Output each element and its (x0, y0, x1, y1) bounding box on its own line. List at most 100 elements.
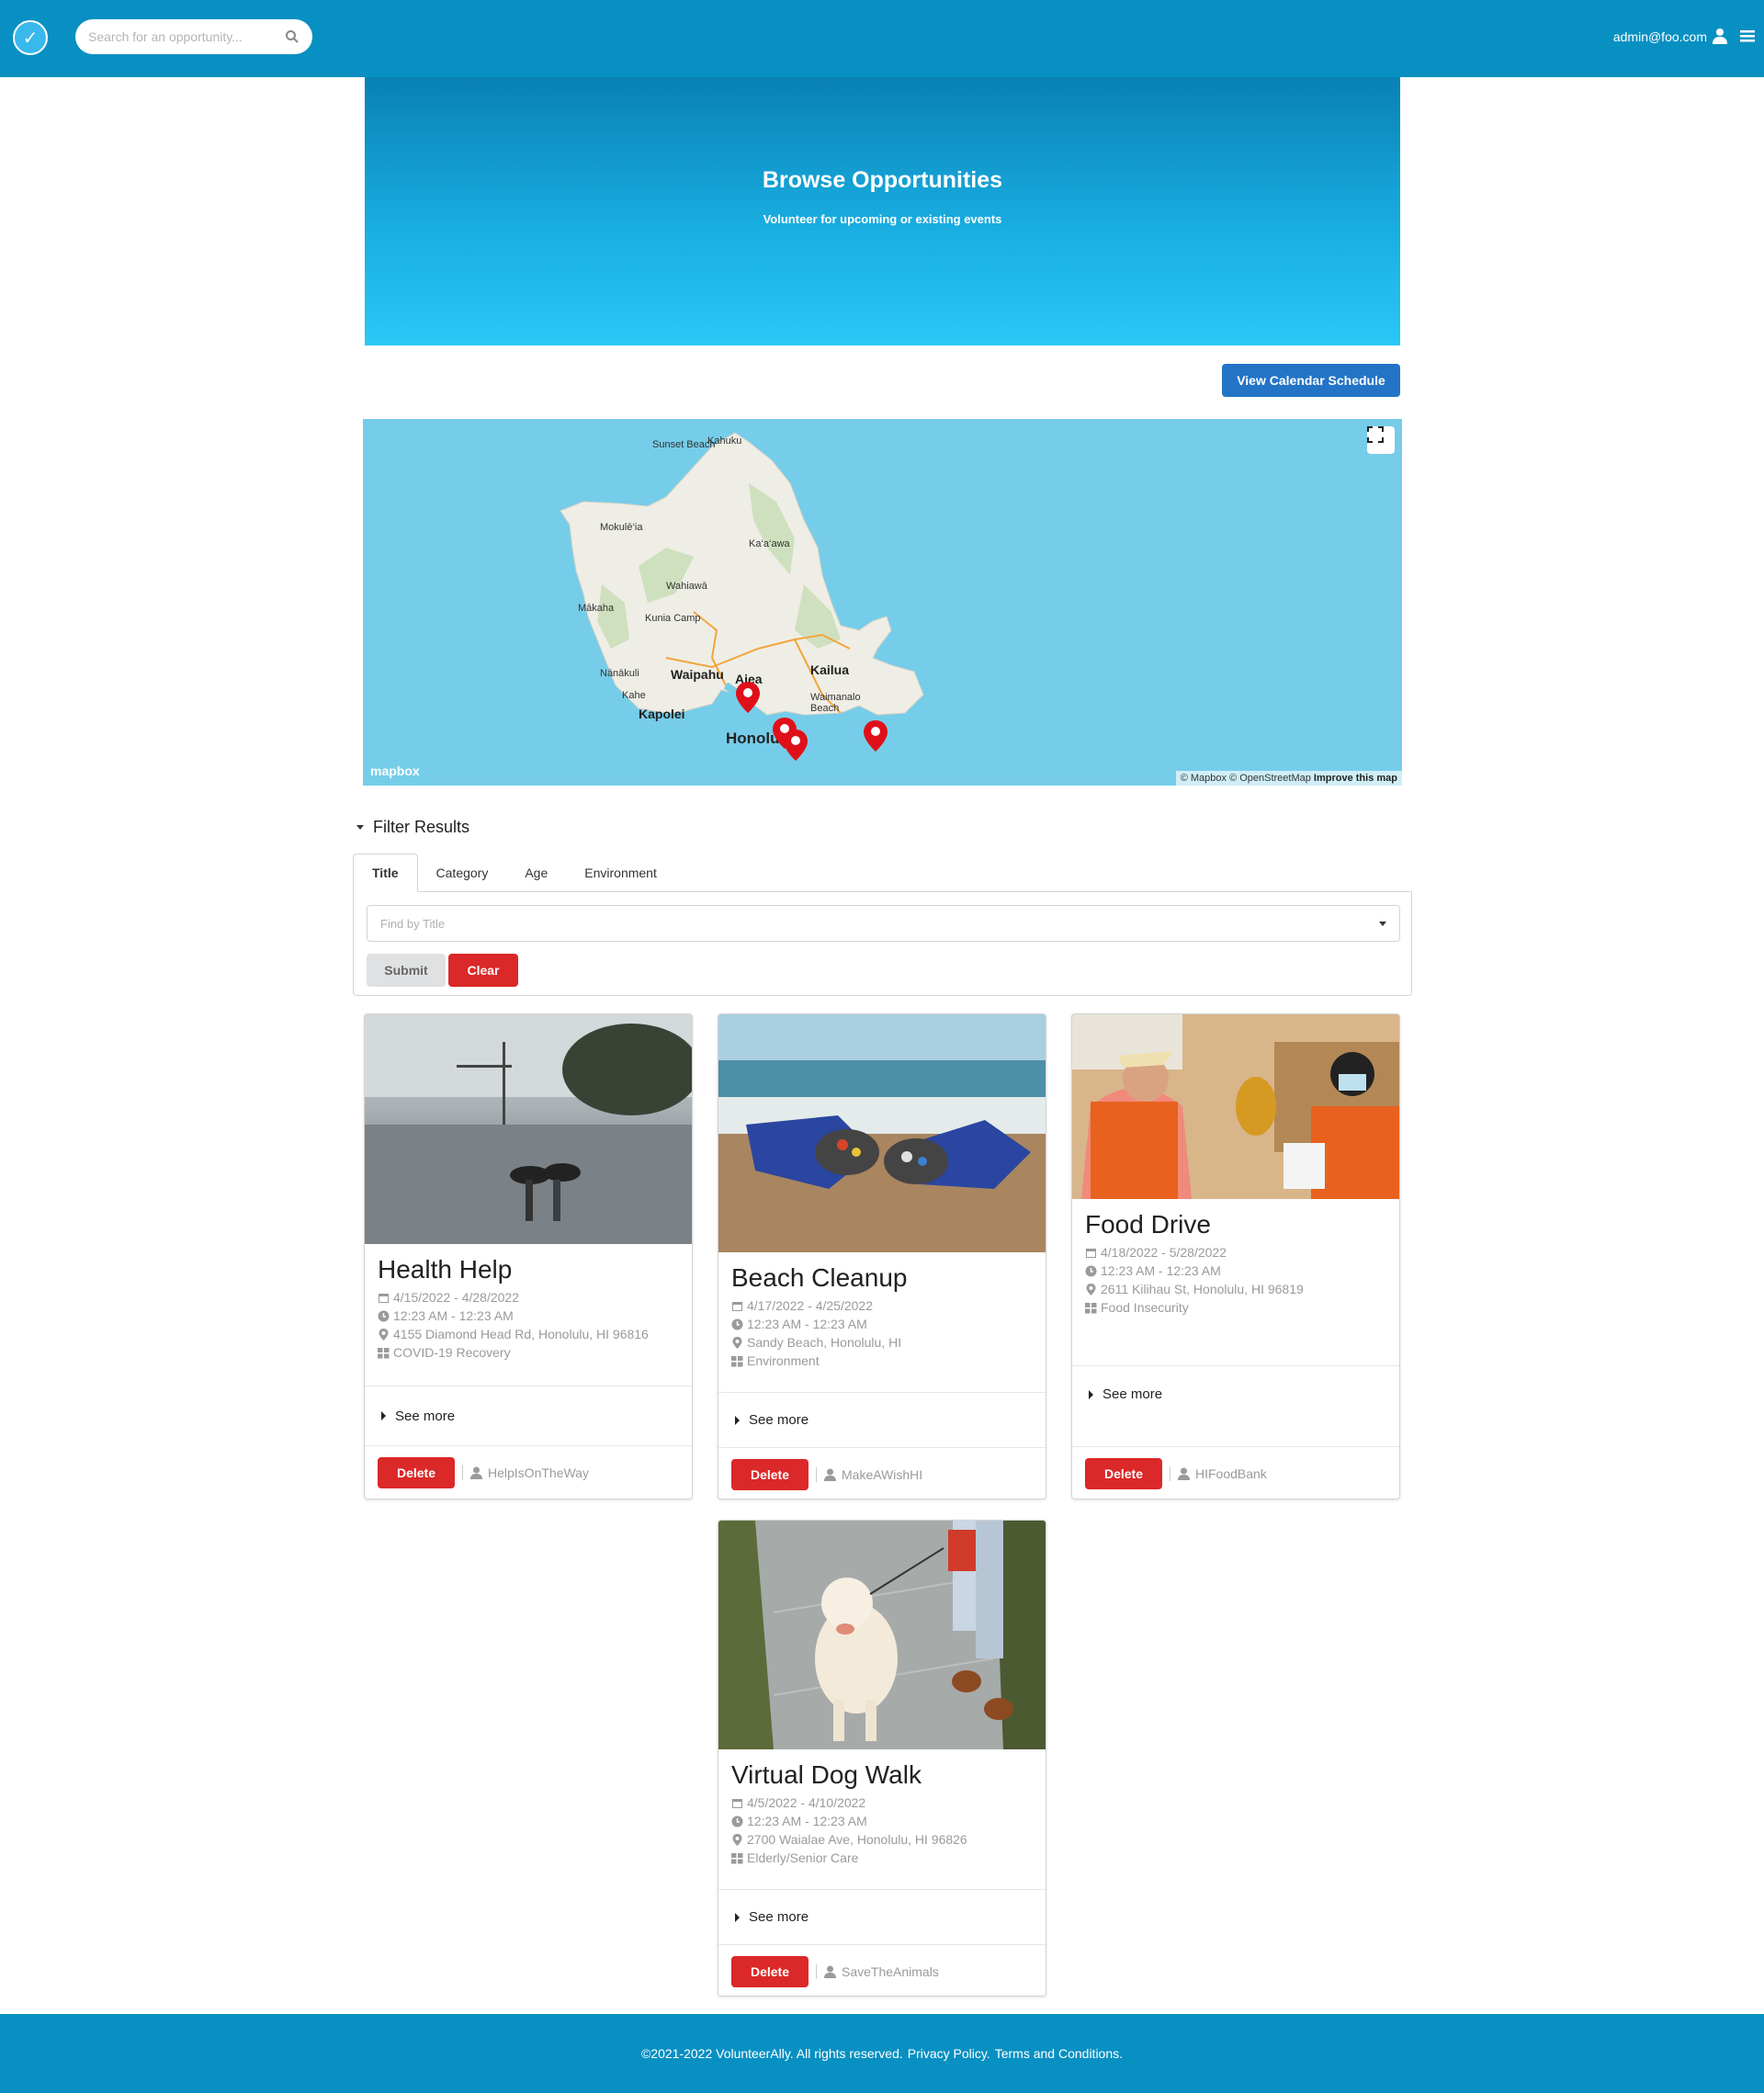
map-pin-icon[interactable] (784, 730, 808, 761)
card-owner-name: MakeAWishHI (842, 1466, 923, 1482)
map-pin-icon[interactable] (864, 720, 888, 752)
menu-icon[interactable] (1740, 28, 1755, 43)
card-time: 12:23 AM - 12:23 AM (1085, 1261, 1386, 1280)
card-title[interactable]: Beach Cleanup (731, 1263, 1033, 1293)
card-owner[interactable]: SaveTheAnimals (824, 1964, 939, 1979)
user-icon (824, 1468, 836, 1481)
opportunity-card[interactable]: Health Help 4/15/2022 - 4/28/2022 12:23 … (364, 1013, 693, 1499)
card-time: 12:23 AM - 12:23 AM (731, 1315, 1033, 1333)
card-address-text: Sandy Beach, Honolulu, HI (747, 1335, 902, 1350)
user-icon (824, 1965, 836, 1978)
see-more-label: See more (749, 1412, 809, 1428)
card-time: 12:23 AM - 12:23 AM (378, 1307, 679, 1325)
delete-button[interactable]: Delete (731, 1955, 808, 1987)
card-dates-text: 4/17/2022 - 4/25/2022 (747, 1298, 874, 1313)
top-navbar: ✓ admin@foo.com (0, 0, 1764, 77)
footer-copyright: ©2021-2022 VolunteerAlly. All rights res… (640, 2046, 903, 2061)
card-time-text: 12:23 AM - 12:23 AM (393, 1308, 514, 1323)
card-category: Elderly/Senior Care (731, 1849, 1033, 1867)
delete-button[interactable]: Delete (731, 1458, 808, 1490)
clear-button[interactable]: Clear (448, 954, 518, 987)
page-footer: ©2021-2022 VolunteerAlly. All rights res… (0, 2014, 1764, 2093)
card-title[interactable]: Health Help (378, 1255, 679, 1284)
delete-button[interactable]: Delete (1085, 1457, 1162, 1489)
card-address: 2611 Kilihau St, Honolulu, HI 96819 (1085, 1280, 1386, 1298)
opportunity-card[interactable]: Beach Cleanup 4/17/2022 - 4/25/2022 12:2… (718, 1013, 1046, 1499)
search-icon[interactable] (285, 29, 300, 44)
card-address: 4155 Diamond Head Rd, Honolulu, HI 96816 (378, 1325, 679, 1343)
search-input[interactable] (88, 29, 285, 44)
terms-link[interactable]: Terms and Conditions. (995, 2046, 1123, 2061)
map-label-kaaawa: Ka‘a‘awa (749, 538, 790, 549)
clock-icon (1085, 1265, 1097, 1276)
tab-age[interactable]: Age (506, 854, 566, 892)
see-more-toggle[interactable]: See more (718, 1889, 1046, 1944)
submit-button[interactable]: Submit (367, 954, 446, 987)
card-owner[interactable]: HelpIsOnTheWay (470, 1465, 589, 1480)
improve-map-link[interactable]: Improve this map (1314, 773, 1397, 784)
location-icon (732, 1336, 742, 1349)
card-title[interactable]: Food Drive (1085, 1210, 1386, 1239)
map-pin-icon[interactable] (736, 682, 760, 713)
opportunity-map[interactable]: Sunset Beach Kahuku Mokulē‘ia Ka‘a‘awa W… (363, 419, 1402, 786)
see-more-toggle[interactable]: See more (365, 1386, 692, 1445)
tab-category[interactable]: Category (418, 854, 507, 892)
map-label-sunset-beach: Sunset Beach (652, 439, 716, 450)
see-more-toggle[interactable]: See more (718, 1392, 1046, 1447)
search-bar[interactable] (75, 19, 312, 54)
privacy-policy-link[interactable]: Privacy Policy. (908, 2046, 990, 2061)
card-dates-text: 4/18/2022 - 5/28/2022 (1101, 1245, 1227, 1260)
map-label-waimanalo-beach: Waimanalo Beach (810, 692, 861, 714)
tab-environment[interactable]: Environment (566, 854, 675, 892)
card-footer: Delete MakeAWishHI (718, 1447, 1046, 1499)
view-calendar-button[interactable]: View Calendar Schedule (1222, 364, 1400, 397)
filter-results-label: Filter Results (373, 818, 470, 836)
card-time-text: 12:23 AM - 12:23 AM (747, 1814, 867, 1828)
volunteerally-logo[interactable]: ✓ (13, 20, 48, 55)
divider (816, 1466, 817, 1482)
clock-icon (731, 1318, 743, 1329)
calendar-icon (379, 1293, 389, 1303)
mapbox-logo[interactable]: mapbox (370, 764, 420, 778)
card-time: 12:23 AM - 12:23 AM (731, 1812, 1033, 1830)
user-email[interactable]: admin@foo.com (1613, 29, 1707, 44)
divider (816, 1963, 817, 1979)
caret-right-icon (735, 1415, 740, 1425)
opportunity-card[interactable]: Virtual Dog Walk 4/5/2022 - 4/10/2022 12… (718, 1520, 1046, 1997)
map-label-kailua: Kailua (810, 662, 850, 677)
grid-icon (731, 1355, 743, 1366)
tab-title[interactable]: Title (353, 854, 418, 892)
card-dates: 4/15/2022 - 4/28/2022 (378, 1288, 679, 1307)
map-label-nanakuli: Nānākuli (600, 668, 639, 679)
opportunity-card[interactable]: Food Drive 4/18/2022 - 5/28/2022 12:23 A… (1071, 1013, 1400, 1499)
map-label-kunia-camp: Kunia Camp (645, 613, 701, 624)
card-owner-name: HelpIsOnTheWay (488, 1465, 589, 1480)
map-attribution-text[interactable]: © Mapbox © OpenStreetMap (1181, 773, 1311, 784)
card-category: Environment (731, 1352, 1033, 1370)
user-icon[interactable] (1713, 28, 1727, 44)
page-subtitle: Volunteer for upcoming or existing event… (763, 212, 1002, 226)
delete-button[interactable]: Delete (378, 1456, 455, 1488)
fullscreen-icon[interactable] (1367, 426, 1395, 454)
see-more-toggle[interactable]: See more (1072, 1365, 1399, 1446)
card-owner[interactable]: HIFoodBank (1178, 1466, 1267, 1481)
hero-banner: Browse Opportunities Volunteer for upcom… (365, 77, 1400, 345)
card-title[interactable]: Virtual Dog Walk (731, 1760, 1033, 1790)
card-address-text: 2700 Waialae Ave, Honolulu, HI 96826 (747, 1832, 967, 1847)
location-icon (732, 1833, 742, 1846)
find-by-title-dropdown[interactable]: Find by Title (367, 905, 1400, 942)
opportunity-image[interactable] (718, 1014, 1046, 1252)
divider (462, 1465, 463, 1480)
card-address: Sandy Beach, Honolulu, HI (731, 1333, 1033, 1352)
opportunity-image[interactable] (365, 1014, 692, 1244)
opportunity-image[interactable] (1072, 1014, 1399, 1199)
location-icon (1086, 1283, 1096, 1295)
filter-results-toggle[interactable]: Filter Results (356, 818, 469, 837)
grid-icon (1085, 1302, 1097, 1313)
card-category-text: Food Insecurity (1101, 1300, 1189, 1315)
clock-icon (378, 1310, 390, 1321)
card-owner[interactable]: MakeAWishHI (824, 1467, 922, 1482)
card-address: 2700 Waialae Ave, Honolulu, HI 96826 (731, 1830, 1033, 1849)
card-category: COVID-19 Recovery (378, 1343, 679, 1362)
opportunity-image[interactable] (718, 1521, 1046, 1749)
